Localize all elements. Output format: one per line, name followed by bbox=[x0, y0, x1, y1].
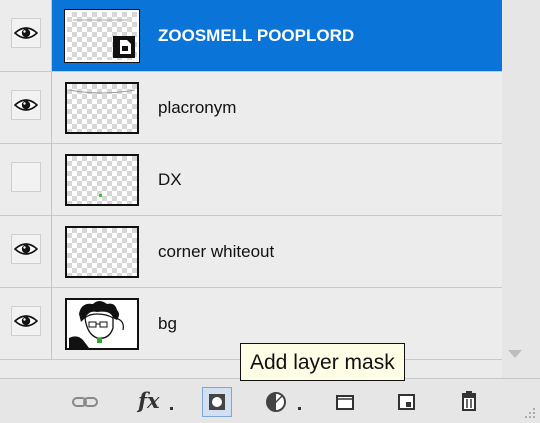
visibility-cell[interactable] bbox=[0, 72, 52, 143]
visibility-toggle[interactable] bbox=[11, 18, 41, 48]
visibility-cell[interactable] bbox=[0, 0, 52, 71]
layer-name[interactable]: DX bbox=[158, 144, 182, 216]
layers-list: ZOOSMELL POOPLORD placronym DX corner wh… bbox=[0, 0, 502, 378]
visibility-toggle-hidden[interactable] bbox=[11, 162, 41, 192]
new-layer-button[interactable] bbox=[392, 387, 422, 417]
layer-row-placronym[interactable]: placronym bbox=[0, 72, 502, 144]
visibility-cell[interactable] bbox=[0, 144, 52, 215]
layer-thumbnail[interactable] bbox=[65, 154, 139, 206]
adjustment-layer-button[interactable] bbox=[262, 387, 308, 417]
group-folder-icon bbox=[336, 395, 354, 410]
resize-grip-icon[interactable] bbox=[522, 405, 536, 419]
layer-name[interactable]: placronym bbox=[158, 72, 236, 144]
visibility-cell[interactable] bbox=[0, 216, 52, 287]
layer-row-zoosmell-pooplord[interactable]: ZOOSMELL POOPLORD bbox=[0, 0, 502, 72]
layers-toolbar: fx bbox=[0, 378, 540, 423]
layer-row-corner-whiteout[interactable]: corner whiteout bbox=[0, 216, 502, 288]
smart-object-badge-icon bbox=[113, 36, 135, 58]
dropdown-indicator-icon bbox=[298, 407, 301, 410]
layer-mask-icon bbox=[209, 394, 225, 410]
tooltip: Add layer mask bbox=[240, 343, 405, 381]
fx-icon: fx bbox=[138, 388, 160, 413]
layer-name[interactable]: bg bbox=[158, 288, 177, 360]
visibility-toggle[interactable] bbox=[11, 90, 41, 120]
link-layers-button[interactable] bbox=[70, 387, 100, 417]
eye-icon bbox=[14, 315, 38, 327]
layer-name[interactable]: ZOOSMELL POOPLORD bbox=[158, 0, 354, 72]
link-icon bbox=[72, 397, 98, 407]
new-layer-icon bbox=[398, 394, 415, 410]
trash-icon bbox=[462, 391, 476, 411]
layer-thumbnail[interactable] bbox=[64, 9, 140, 63]
eye-icon bbox=[14, 243, 38, 255]
layers-panel: ZOOSMELL POOPLORD placronym DX corner wh… bbox=[0, 0, 540, 423]
layer-row-dx[interactable]: DX bbox=[0, 144, 502, 216]
layer-thumbnail[interactable] bbox=[65, 298, 139, 350]
visibility-toggle[interactable] bbox=[11, 234, 41, 264]
dropdown-indicator-icon bbox=[170, 407, 173, 410]
layer-name[interactable]: corner whiteout bbox=[158, 216, 274, 288]
adjustment-layer-icon bbox=[266, 392, 286, 412]
eye-icon bbox=[14, 99, 38, 111]
layer-style-button[interactable]: fx bbox=[134, 387, 180, 417]
delete-layer-button[interactable] bbox=[454, 387, 484, 417]
layer-thumbnail[interactable] bbox=[65, 82, 139, 134]
layer-thumbnail[interactable] bbox=[65, 226, 139, 278]
add-layer-mask-button[interactable] bbox=[202, 387, 232, 417]
scroll-down-arrow-icon[interactable] bbox=[508, 350, 522, 358]
visibility-toggle[interactable] bbox=[11, 306, 41, 336]
eye-icon bbox=[14, 27, 38, 39]
new-group-button[interactable] bbox=[330, 387, 360, 417]
visibility-cell[interactable] bbox=[0, 288, 52, 359]
